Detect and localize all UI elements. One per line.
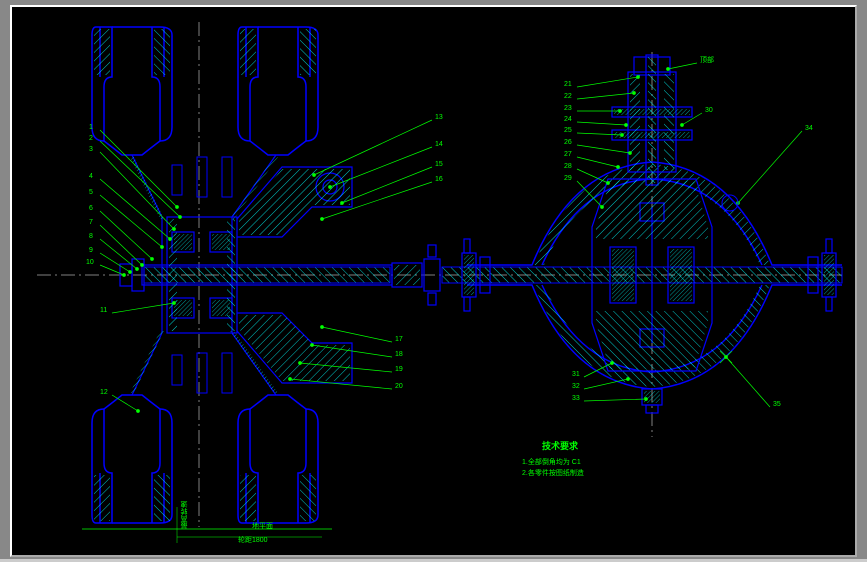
callout-21: 21 xyxy=(564,81,572,88)
callout-24: 24 xyxy=(564,116,572,123)
callout-26: 26 xyxy=(564,139,572,146)
callout-32: 32 xyxy=(572,383,580,390)
track-dimension-label: 轮距1800 xyxy=(238,535,268,545)
callout-18: 18 xyxy=(395,351,403,358)
callout-34: 34 xyxy=(805,125,813,132)
right-assembly xyxy=(442,52,842,437)
callout-5: 5 xyxy=(89,189,93,196)
callout-25: 25 xyxy=(564,127,572,134)
callout-29: 29 xyxy=(564,175,572,182)
drawing-canvas[interactable]: 1 2 3 4 5 6 7 8 9 10 11 12 13 14 15 16 1… xyxy=(12,7,855,555)
callout-23: 23 xyxy=(564,105,572,112)
callout-27: 27 xyxy=(564,151,572,158)
callout-16: 16 xyxy=(435,176,443,183)
tech-req-1: 1.全部倒角均为 C1 xyxy=(522,457,581,467)
cad-viewport[interactable]: 1 2 3 4 5 6 7 8 9 10 11 12 13 14 15 16 1… xyxy=(10,5,857,557)
left-assembly xyxy=(82,22,440,543)
callout-12: 12 xyxy=(100,389,108,396)
callout-7: 7 xyxy=(89,219,93,226)
callout-31: 31 xyxy=(572,371,580,378)
top-annotation: 顶部 xyxy=(700,55,714,65)
callout-13: 13 xyxy=(435,114,443,121)
technical-drawing-svg xyxy=(12,7,855,555)
callout-10: 10 xyxy=(86,259,94,266)
callout-22: 22 xyxy=(564,93,572,100)
callout-30: 30 xyxy=(705,107,713,114)
callout-9: 9 xyxy=(89,247,93,254)
callout-20: 20 xyxy=(395,383,403,390)
callout-19: 19 xyxy=(395,366,403,373)
callout-35: 35 xyxy=(773,401,781,408)
ground-line-label: 地平面 xyxy=(252,521,273,531)
callout-15: 15 xyxy=(435,161,443,168)
callout-4: 4 xyxy=(89,173,93,180)
callout-6: 6 xyxy=(89,205,93,212)
callout-8: 8 xyxy=(89,233,93,240)
callout-28: 28 xyxy=(564,163,572,170)
callout-2: 2 xyxy=(89,135,93,142)
callout-11: 11 xyxy=(100,307,107,314)
callout-14: 14 xyxy=(435,141,443,148)
callout-17: 17 xyxy=(395,336,403,343)
callout-3: 3 xyxy=(89,146,93,153)
tech-req-title: 技术要求 xyxy=(542,439,578,452)
vertical-axis-label: 最高转速 xyxy=(180,501,190,529)
callout-1: 1 xyxy=(89,124,93,131)
tech-req-2: 2.各零件按图纸制造 xyxy=(522,468,584,478)
callout-33: 33 xyxy=(572,395,580,402)
